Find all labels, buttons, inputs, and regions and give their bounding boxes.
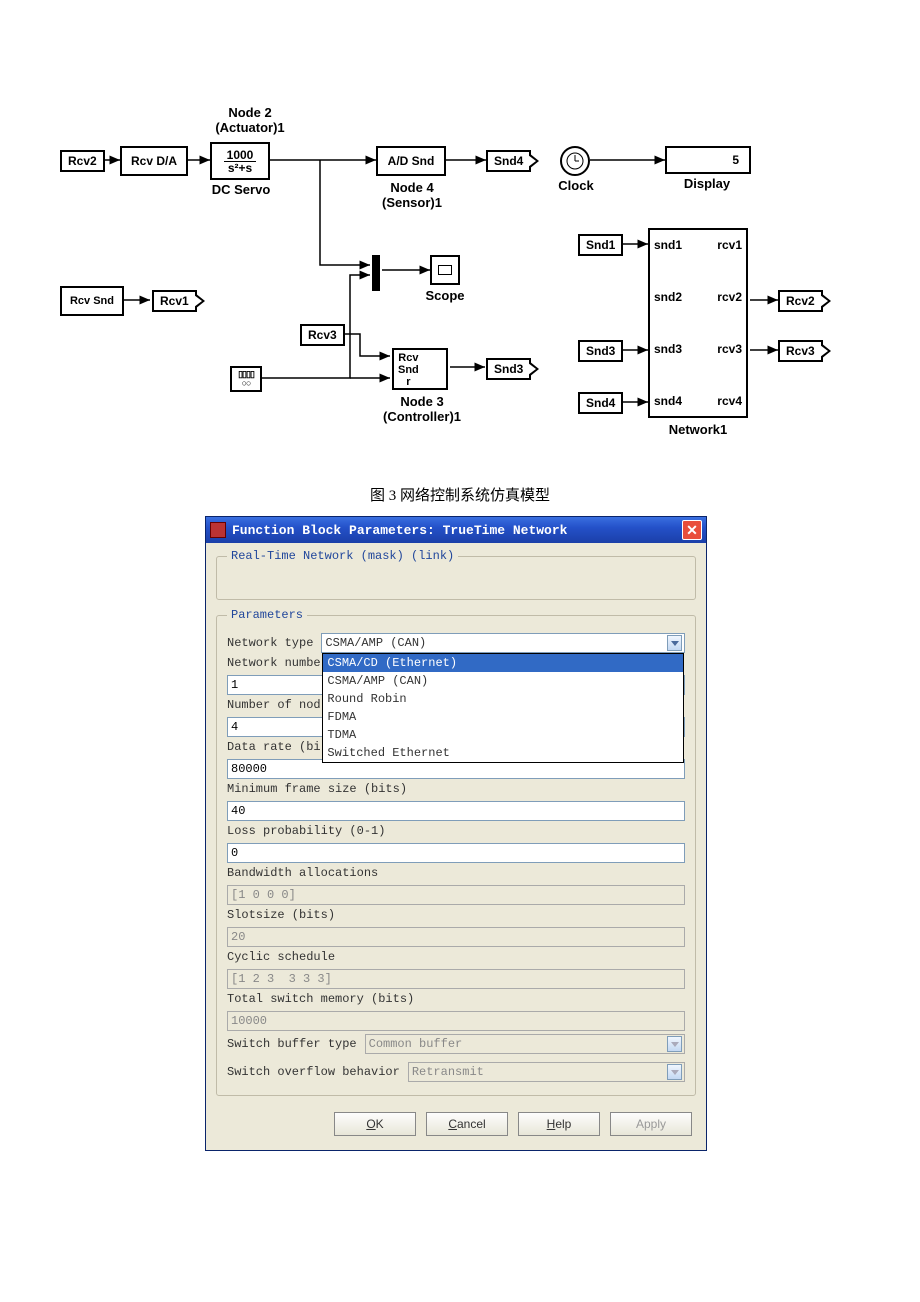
rcv2-tag: Rcv2	[60, 150, 105, 172]
min-frame-input[interactable]	[227, 801, 685, 821]
loss-prob-input[interactable]	[227, 843, 685, 863]
option-round-robin[interactable]: Round Robin	[323, 690, 683, 708]
dialog-title: Function Block Parameters: TrueTime Netw…	[232, 523, 682, 538]
loss-prob-label: Loss probability (0-1)	[227, 824, 385, 838]
parameters-fieldset: Parameters Network type CSMA/AMP (CAN) C…	[216, 608, 696, 1096]
data-rate-label: Data rate (bi	[227, 740, 321, 754]
rcvsnd-block[interactable]: Rcv Snd	[60, 286, 124, 316]
mux-block[interactable]	[372, 255, 380, 291]
node3-block[interactable]: Rcv Snd r	[392, 348, 448, 390]
bandwidth-label: Bandwidth allocations	[227, 866, 378, 880]
option-fdma[interactable]: FDMA	[323, 708, 683, 726]
cyclic-label: Cyclic schedule	[227, 950, 335, 964]
dcservo-label: DC Servo	[208, 182, 274, 197]
switch-buf-select: Common buffer	[365, 1034, 685, 1054]
snd3-tag: Snd3	[486, 358, 531, 380]
snd1-tag: Snd1	[578, 234, 623, 256]
network-type-dropdown[interactable]: CSMA/CD (Ethernet) CSMA/AMP (CAN) Round …	[322, 653, 684, 763]
app-icon	[210, 522, 226, 538]
display-label: Display	[672, 176, 742, 191]
chevron-down-icon	[667, 635, 682, 651]
switch-ovf-select: Retransmit	[408, 1062, 685, 1082]
network-block[interactable]: snd1 rcv1 snd2 rcv2 snd3 rcv3 snd4 rcv4	[648, 228, 748, 418]
simulink-diagram: Node 2 (Actuator)1 Rcv2 Rcv D/A 1000 s²+…	[60, 110, 840, 460]
switch-mem-input	[227, 1011, 685, 1031]
snd4-tag-top: Snd4	[486, 150, 531, 172]
apply-button: Apply	[610, 1112, 692, 1136]
snd4b-tag: Snd4	[578, 392, 623, 414]
num-nodes-label: Number of nod	[227, 698, 321, 712]
slotsize-input	[227, 927, 685, 947]
scope-label: Scope	[420, 288, 470, 303]
mask-legend: Real-Time Network (mask) (link)	[227, 549, 458, 563]
generator-block[interactable]: ▯▯▯▯○○	[230, 366, 262, 392]
mask-fieldset: Real-Time Network (mask) (link)	[216, 549, 696, 600]
rcv3-tag: Rcv3	[300, 324, 345, 346]
display-block[interactable]: 5	[665, 146, 751, 174]
chevron-down-icon	[667, 1064, 682, 1080]
dcservo-block[interactable]: 1000 s²+s	[210, 142, 270, 180]
switch-mem-label: Total switch memory (bits)	[227, 992, 414, 1006]
min-frame-label: Minimum frame size (bits)	[227, 782, 407, 796]
option-switched[interactable]: Switched Ethernet	[323, 744, 683, 762]
node3-label: Node 3 (Controller)1	[372, 394, 472, 424]
node2-block[interactable]: Rcv D/A	[120, 146, 188, 176]
dialog-body: Real-Time Network (mask) (link) Paramete…	[206, 543, 706, 1150]
help-button[interactable]: Help	[518, 1112, 600, 1136]
switch-ovf-label: Switch overflow behavior	[227, 1065, 400, 1079]
network-type-label: Network type	[227, 636, 313, 650]
ok-button[interactable]: OK	[334, 1112, 416, 1136]
option-csma-amp[interactable]: CSMA/AMP (CAN)	[323, 672, 683, 690]
cyclic-input	[227, 969, 685, 989]
clock-block[interactable]	[560, 146, 590, 176]
parameters-dialog: Function Block Parameters: TrueTime Netw…	[205, 516, 707, 1151]
button-bar: OK Cancel Help Apply	[216, 1104, 696, 1138]
rcv2b-tag: Rcv2	[778, 290, 823, 312]
network-type-select[interactable]: CSMA/AMP (CAN) CSMA/CD (Ethernet) CSMA/A…	[321, 633, 685, 653]
option-csma-cd[interactable]: CSMA/CD (Ethernet)	[323, 654, 683, 672]
switch-buf-label: Switch buffer type	[227, 1037, 357, 1051]
scope-block[interactable]	[430, 255, 460, 285]
slotsize-label: Slotsize (bits)	[227, 908, 335, 922]
network-type-value: CSMA/AMP (CAN)	[325, 636, 426, 650]
tf-den: s²+s	[224, 161, 256, 174]
snd3b-tag: Snd3	[578, 340, 623, 362]
node4-block[interactable]: A/D Snd	[376, 146, 446, 176]
figure-caption: 图 3 网络控制系统仿真模型	[0, 484, 920, 505]
network-label: Network1	[658, 422, 738, 437]
rcv3b-tag: Rcv3	[778, 340, 823, 362]
clock-label: Clock	[556, 178, 596, 193]
rcv1-tag: Rcv1	[152, 290, 197, 312]
cancel-button[interactable]: Cancel	[426, 1112, 508, 1136]
node4-label: Node 4 (Sensor)1	[370, 180, 454, 210]
network-number-label: Network numbe	[227, 656, 321, 670]
option-tdma[interactable]: TDMA	[323, 726, 683, 744]
params-legend: Parameters	[227, 608, 307, 622]
bandwidth-input	[227, 885, 685, 905]
node2-label: Node 2 (Actuator)1	[205, 105, 295, 135]
titlebar[interactable]: Function Block Parameters: TrueTime Netw…	[206, 517, 706, 543]
chevron-down-icon	[667, 1036, 682, 1052]
tf-num: 1000	[227, 149, 254, 161]
close-button[interactable]: ✕	[682, 520, 702, 540]
